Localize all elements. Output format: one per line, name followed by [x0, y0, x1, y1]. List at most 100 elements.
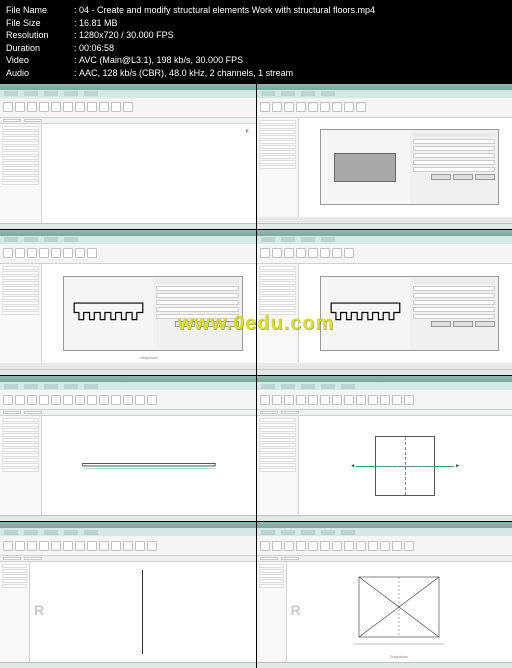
ribbon-button[interactable] — [3, 102, 13, 112]
dialog-ok-button[interactable] — [431, 321, 451, 327]
ribbon-button[interactable] — [284, 248, 294, 258]
ribbon-button[interactable] — [63, 102, 73, 112]
dialog-ok-button[interactable] — [175, 321, 195, 327]
nav-cube-icon[interactable]: ◧ — [246, 128, 250, 133]
ribbon-button[interactable] — [284, 395, 294, 405]
ribbon-button[interactable] — [75, 395, 85, 405]
type-properties-dialog[interactable] — [320, 276, 499, 351]
ribbon-button[interactable] — [308, 541, 318, 551]
dialog-field[interactable] — [156, 314, 239, 319]
ribbon-button[interactable] — [39, 248, 49, 258]
ribbon-button[interactable] — [260, 541, 270, 551]
ribbon-button[interactable] — [260, 248, 270, 258]
ribbon-button[interactable] — [356, 102, 366, 112]
ribbon-button[interactable] — [272, 541, 282, 551]
ribbon-button[interactable] — [260, 395, 270, 405]
ribbon-button[interactable] — [63, 248, 73, 258]
section-head-left-icon[interactable]: ◄ — [350, 463, 355, 469]
ribbon-button[interactable] — [392, 541, 402, 551]
ribbon-button[interactable] — [404, 541, 414, 551]
ribbon-button[interactable] — [15, 102, 25, 112]
option-control[interactable] — [281, 411, 299, 414]
dialog-field[interactable] — [413, 153, 496, 158]
ribbon-button[interactable] — [123, 395, 133, 405]
ribbon-button[interactable] — [51, 541, 61, 551]
dialog-ok-button[interactable] — [431, 174, 451, 180]
ribbon-button[interactable] — [87, 541, 97, 551]
section-line[interactable] — [356, 466, 454, 467]
option-control[interactable] — [260, 411, 278, 414]
ribbon-button[interactable] — [320, 102, 330, 112]
ribbon-button[interactable] — [111, 102, 121, 112]
ribbon-button[interactable] — [3, 541, 13, 551]
ribbon-button[interactable] — [3, 395, 13, 405]
ribbon-button[interactable] — [308, 102, 318, 112]
ribbon-button[interactable] — [111, 395, 121, 405]
ribbon-button[interactable] — [296, 541, 306, 551]
ribbon-button[interactable] — [320, 395, 330, 405]
dialog-field[interactable] — [413, 167, 496, 172]
dialog-field[interactable] — [156, 300, 239, 305]
ribbon-tab[interactable] — [24, 91, 38, 96]
dialog-field[interactable] — [413, 314, 496, 319]
ribbon-button[interactable] — [51, 248, 61, 258]
option-control[interactable] — [24, 119, 42, 122]
ribbon-button[interactable] — [99, 395, 109, 405]
dialog-cancel-button[interactable] — [197, 321, 217, 327]
ribbon-button[interactable] — [75, 102, 85, 112]
ribbon-button[interactable] — [27, 248, 37, 258]
ribbon-button[interactable] — [380, 541, 390, 551]
ribbon-tab[interactable] — [84, 91, 98, 96]
drawing-canvas[interactable]: ◧ — [42, 124, 256, 223]
option-control[interactable] — [24, 557, 42, 560]
dialog-field[interactable] — [156, 307, 239, 312]
ribbon-button[interactable] — [75, 541, 85, 551]
ribbon-button[interactable] — [123, 102, 133, 112]
ribbon-button[interactable] — [380, 395, 390, 405]
ribbon-button[interactable] — [51, 102, 61, 112]
dialog-field[interactable] — [413, 307, 496, 312]
ribbon-button[interactable] — [356, 541, 366, 551]
ribbon-button[interactable] — [272, 395, 282, 405]
ribbon-button[interactable] — [284, 541, 294, 551]
ribbon-button[interactable] — [27, 395, 37, 405]
ribbon-button[interactable] — [332, 102, 342, 112]
section-head-right-icon[interactable]: ► — [455, 463, 460, 469]
dialog-field[interactable] — [156, 293, 239, 298]
type-properties-dialog[interactable] — [320, 129, 499, 204]
drawing-canvas[interactable] — [42, 416, 256, 515]
ribbon-button[interactable] — [368, 395, 378, 405]
properties-panel[interactable] — [0, 416, 42, 515]
dialog-field[interactable] — [156, 286, 239, 291]
ribbon-button[interactable] — [15, 541, 25, 551]
dialog-field[interactable] — [413, 160, 496, 165]
ribbon-button[interactable] — [332, 248, 342, 258]
ribbon-button[interactable] — [39, 395, 49, 405]
properties-panel[interactable] — [257, 118, 299, 217]
ribbon-button[interactable] — [344, 248, 354, 258]
ribbon-button[interactable] — [63, 395, 73, 405]
ribbon-tab[interactable] — [64, 91, 78, 96]
ribbon-button[interactable] — [332, 395, 342, 405]
type-properties-dialog[interactable] — [63, 276, 242, 351]
dialog-cancel-button[interactable] — [453, 174, 473, 180]
dialog-field[interactable] — [413, 300, 496, 305]
ribbon-button[interactable] — [75, 248, 85, 258]
dialog-field[interactable] — [413, 286, 496, 291]
option-control[interactable] — [3, 119, 21, 122]
properties-panel[interactable] — [0, 124, 42, 223]
dialog-field[interactable] — [413, 139, 496, 144]
ribbon-button[interactable] — [344, 395, 354, 405]
dialog-field[interactable] — [413, 146, 496, 151]
properties-panel[interactable] — [257, 264, 299, 363]
column-element[interactable] — [142, 570, 143, 654]
ribbon-button[interactable] — [63, 541, 73, 551]
ribbon-button[interactable] — [272, 102, 282, 112]
ribbon-button[interactable] — [27, 541, 37, 551]
ribbon-button[interactable] — [260, 102, 270, 112]
ribbon-button[interactable] — [284, 102, 294, 112]
ribbon-button[interactable] — [392, 395, 402, 405]
ribbon-button[interactable] — [135, 395, 145, 405]
ribbon-button[interactable] — [39, 102, 49, 112]
ribbon-button[interactable] — [368, 541, 378, 551]
